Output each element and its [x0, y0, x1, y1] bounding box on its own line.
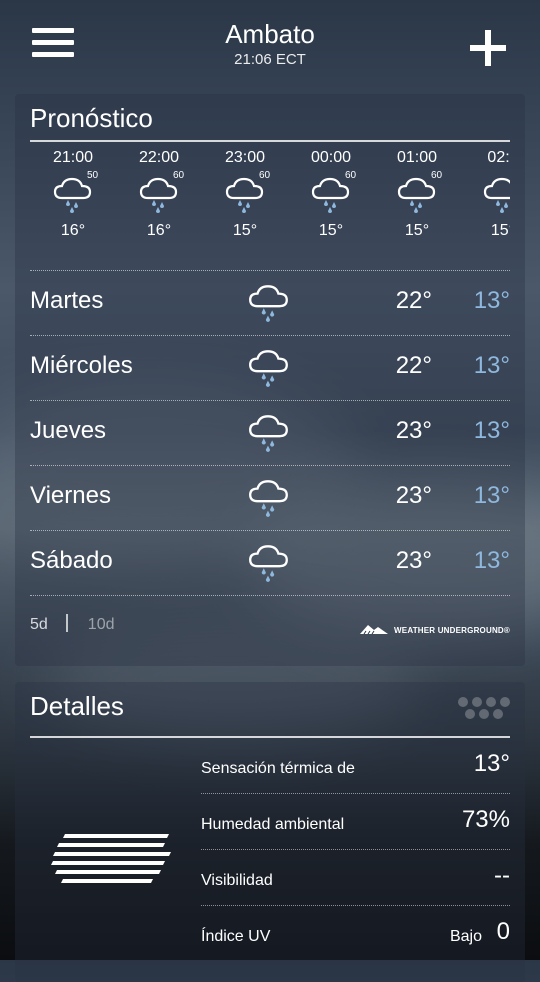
detail-row-humidity: Humedad ambiental 73%: [201, 794, 510, 850]
rain-cloud-icon: [249, 415, 288, 452]
low-temp: 13°: [473, 287, 510, 314]
details-title: Detalles: [30, 691, 124, 721]
high-temp: 23°: [395, 417, 432, 444]
weather-underground-logo[interactable]: WEATHER UNDERGROUND®: [358, 622, 510, 636]
rain-cloud-icon: [249, 545, 288, 582]
hourly-forecast[interactable]: 21:00 50 16° 22:00 60 16° 23:00 60 15° 0…: [30, 146, 510, 256]
hour-temp: 15°: [318, 222, 344, 239]
forecast-card: Pronóstico 21:00 50 16° 22:00 60 16° 23:…: [15, 94, 525, 666]
precip-chance: 60: [431, 170, 443, 181]
hour-temp: 16°: [60, 222, 86, 239]
high-temp: 23°: [395, 482, 432, 509]
rain-cloud-icon: [249, 285, 288, 322]
rain-cloud-icon: 60: [288, 170, 374, 220]
location-header: Ambato 21:06 ECT: [120, 18, 420, 70]
hour-temp: 16°: [146, 222, 172, 239]
low-temp: 13°: [473, 417, 510, 444]
add-location-button[interactable]: [470, 30, 506, 66]
high-temp: 23°: [395, 547, 432, 574]
precip-chance: 50: [87, 170, 99, 181]
forecast-title-divider: [30, 140, 510, 142]
hamburger-menu-icon[interactable]: [32, 28, 74, 64]
rain-cloud-icon: 60: [202, 170, 288, 220]
hour-temp: 15°: [232, 222, 258, 239]
hourly-item: 22:00 60 16°: [116, 146, 202, 242]
hour-time: 21:00: [52, 149, 94, 166]
rain-cloud-icon: 60: [374, 170, 460, 220]
day-name: Martes: [30, 287, 104, 314]
range-5d-button[interactable]: 5d: [30, 616, 48, 633]
range-10d-button[interactable]: 10d: [88, 616, 115, 633]
hourly-item: 00:00 60 15°: [288, 146, 374, 242]
hour-temp: 15°: [490, 222, 510, 239]
top-bar: Ambato 21:06 ECT: [0, 0, 540, 88]
daily-row[interactable]: Martes 22° 13°: [30, 270, 510, 334]
precip-chance: 60: [259, 170, 271, 181]
detail-label: Sensación térmica de: [201, 760, 355, 777]
low-temp: 13°: [473, 352, 510, 379]
rain-cloud-icon: 50: [30, 170, 116, 220]
dots-pattern-icon: [458, 697, 510, 719]
details-card: Detalles Sensación térmica de 13° Humeda…: [15, 682, 525, 982]
precip-chance: 60: [173, 170, 185, 181]
day-name: Sábado: [30, 547, 113, 574]
day-name: Jueves: [30, 417, 107, 444]
hour-temp: 15°: [404, 222, 430, 239]
detail-row-visibility: Visibilidad --: [201, 850, 510, 906]
day-name: Viernes: [30, 482, 111, 509]
detail-sub-value: Bajo: [449, 928, 482, 945]
local-time: 21:06 ECT: [234, 51, 306, 68]
hourly-item: 01:00 60 15°: [374, 146, 460, 242]
range-separator: [65, 614, 68, 632]
detail-value: 73%: [461, 806, 510, 833]
low-temp: 13°: [473, 547, 510, 574]
daily-row[interactable]: Miércoles 22° 13°: [30, 335, 510, 399]
detail-value: 13°: [473, 750, 510, 777]
hour-time: 23:00: [224, 149, 266, 166]
hourly-item: 21:00 50 16°: [30, 146, 116, 242]
high-temp: 22°: [395, 287, 432, 314]
precip-chance: 60: [345, 170, 357, 181]
city-name: Ambato: [225, 19, 315, 49]
detail-label: Visibilidad: [201, 872, 273, 889]
weather-underground-icon: [360, 625, 389, 635]
rain-cloud-icon: [460, 170, 510, 220]
rain-cloud-icon: [249, 350, 288, 387]
fog-icon: [51, 834, 171, 883]
detail-value: --: [494, 862, 510, 889]
provider-name: WEATHER UNDERGROUND®: [394, 626, 510, 635]
hour-time: 22:00: [138, 149, 180, 166]
day-name: Miércoles: [30, 352, 133, 379]
hourly-item: 02:0 15°: [460, 146, 510, 242]
hour-time: 01:00: [396, 149, 438, 166]
detail-row-feels-like: Sensación térmica de 13°: [201, 738, 510, 794]
daily-row[interactable]: Sábado 23° 13°: [30, 530, 510, 594]
daily-row[interactable]: Viernes 23° 13°: [30, 465, 510, 529]
forecast-title: Pronóstico: [30, 103, 153, 133]
detail-value: 0: [496, 918, 510, 945]
detail-label: Índice UV: [201, 928, 271, 945]
detail-row-uv-index: Índice UV Bajo 0: [201, 906, 510, 962]
rain-cloud-icon: [249, 480, 288, 517]
detail-label: Humedad ambiental: [201, 816, 345, 833]
low-temp: 13°: [473, 482, 510, 509]
rain-cloud-icon: 60: [116, 170, 202, 220]
daily-row[interactable]: Jueves 23° 13°: [30, 400, 510, 464]
hour-time: 02:0: [487, 149, 510, 166]
high-temp: 22°: [395, 352, 432, 379]
hour-time: 00:00: [310, 149, 352, 166]
hourly-item: 23:00 60 15°: [202, 146, 288, 242]
range-toggle: 5d 10d: [30, 614, 115, 634]
divider: [30, 595, 510, 596]
